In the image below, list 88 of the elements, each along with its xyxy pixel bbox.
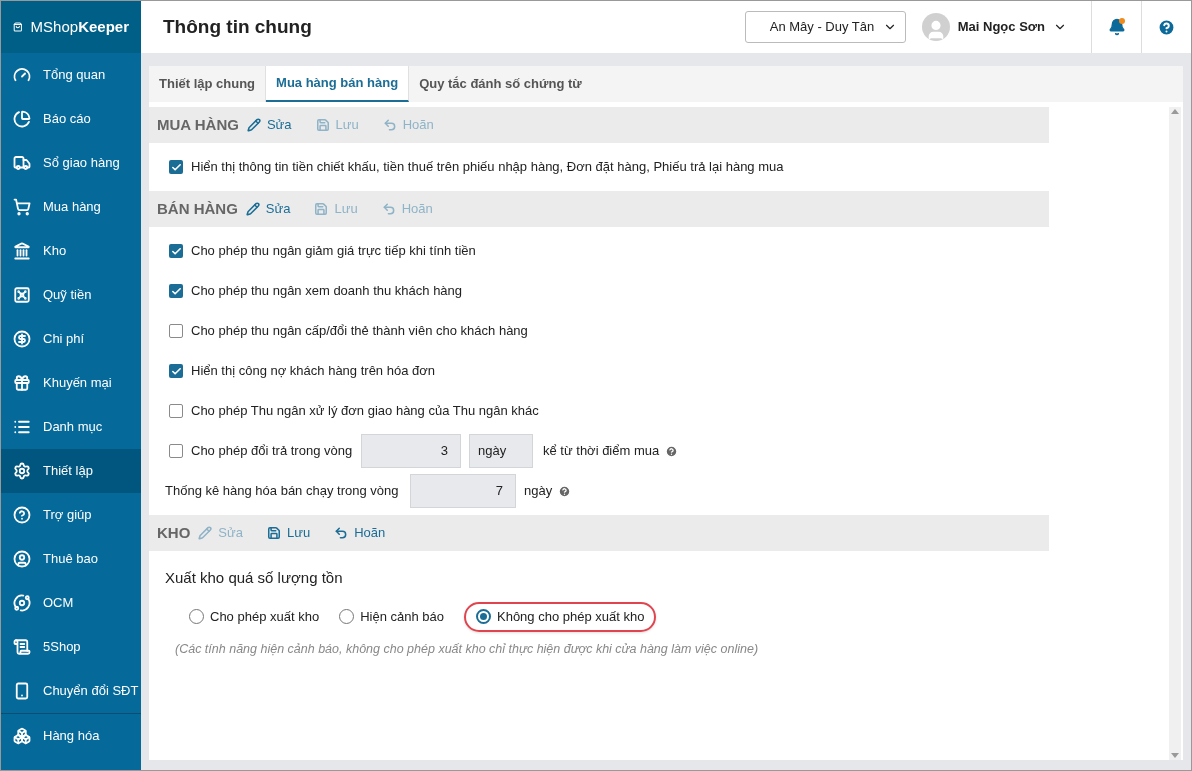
unit-field[interactable]: ngày (469, 434, 533, 468)
gauge-icon (13, 66, 31, 84)
boxes-icon (13, 727, 31, 745)
option-label: Cho phép thu ngân xem doanh thu khách hàng (191, 282, 463, 301)
radio-button[interactable] (476, 609, 491, 624)
sidebar-item[interactable]: Quỹ tiền (1, 273, 141, 317)
gift-icon (13, 374, 31, 392)
avatar (921, 13, 950, 41)
user-icon (13, 550, 31, 568)
pencil-icon (246, 118, 261, 132)
truck-icon (13, 154, 31, 172)
tab[interactable]: Mua hàng bán hàng (266, 66, 410, 102)
help-icon (13, 506, 31, 524)
swirl-icon (13, 594, 31, 612)
settings-icon (13, 462, 31, 480)
save-icon (315, 118, 330, 132)
suffix-text: kể từ thời điểm mua (543, 442, 660, 461)
list-icon (13, 418, 31, 436)
radio-option[interactable]: Cho phép xuất kho (189, 601, 328, 632)
sidebar-item[interactable]: Danh mục (1, 405, 141, 449)
option-label: Cho phép đổi trả trong vòng (191, 442, 354, 461)
number-field[interactable]: 3 (361, 434, 461, 468)
help-icon[interactable] (558, 484, 572, 498)
money-icon (13, 330, 31, 348)
tab[interactable]: Quy tắc đánh số chứng từ (409, 66, 592, 102)
edit-button[interactable]: Sửa (246, 115, 292, 135)
radio-button[interactable] (189, 609, 204, 624)
pencil-icon (245, 202, 260, 216)
option-label: Thống kê hàng hóa bán chạy trong vòng (165, 482, 400, 501)
page-title: Thông tin chung (163, 14, 312, 39)
save-icon (266, 526, 281, 540)
sidebar-item[interactable]: Báo cáo (1, 97, 141, 141)
checkbox[interactable] (169, 404, 183, 418)
option-label: Cho phép Thu ngân xử lý đơn giao hàng của Thu ngân khác (191, 402, 539, 421)
option-label: Cho phép thu ngân cấp/đổi thẻ thành viên cho khách hàng (191, 322, 528, 341)
radio-button[interactable] (339, 609, 355, 624)
checkbox[interactable] (169, 244, 183, 258)
save-button[interactable]: Lưu (266, 523, 311, 543)
section-title: MUA HÀNG (157, 114, 239, 135)
pencil-icon (198, 526, 213, 540)
help-icon (1157, 17, 1176, 37)
sidebar-item[interactable]: Khuyến mại (1, 361, 141, 405)
pie-chart-icon (13, 110, 31, 128)
checkbox[interactable] (169, 364, 183, 378)
bank-icon (13, 242, 31, 260)
option-label: Hiển thị thông tin tiền chiết khấu, tiền thuế trên phiếu nhập hàng, Đơn đặt hàng, Phiếu trả lại hàng mua (191, 158, 784, 177)
sidebar-item[interactable]: Thiết lập (1, 449, 141, 493)
bell-icon (1107, 18, 1126, 36)
option-label: Hiển thị công nợ khách hàng trên hóa đơn (191, 362, 435, 381)
sidebar-item[interactable]: Kho (1, 229, 141, 273)
help-icon[interactable] (665, 444, 679, 458)
edit-button[interactable]: Sửa (245, 199, 291, 219)
sidebar-item[interactable]: Mua hàng (1, 185, 141, 229)
checkbox[interactable] (169, 160, 183, 174)
user-menu[interactable]: Mai Ngọc Sơn (921, 13, 1091, 41)
number-field[interactable]: 7 (410, 474, 516, 508)
undo-icon (382, 118, 397, 132)
checkbox[interactable] (169, 444, 183, 458)
undo-icon (381, 202, 396, 216)
sidebar-item[interactable]: Hàng hóa (1, 714, 141, 758)
checkbox[interactable] (169, 284, 183, 298)
phone-icon (13, 682, 31, 700)
scrollbar[interactable] (1169, 107, 1181, 760)
logo[interactable]: MShopKeeper (1, 1, 141, 53)
cancel-button[interactable]: Hoãn (334, 523, 386, 543)
sidebar-item[interactable]: Trợ giúp (1, 493, 141, 537)
group-title: Xuất kho quá số lượng tồn (165, 568, 344, 588)
sidebar-item[interactable]: Thuê bao (1, 537, 141, 581)
sidebar-item[interactable]: OCM (1, 581, 141, 625)
section-title: BÁN HÀNG (157, 198, 238, 219)
save-icon (314, 202, 329, 216)
cart-icon (13, 198, 31, 216)
sidebar-item[interactable]: Chuyển đổi SĐT (1, 669, 141, 713)
sidebar-item[interactable]: 5Shop (1, 625, 141, 669)
shop-icon (13, 638, 31, 656)
sidebar-item[interactable]: Tổng quan (1, 53, 141, 97)
sidebar-item[interactable]: Sổ giao hàng (1, 141, 141, 185)
sidebar-item[interactable]: Chi phí (1, 317, 141, 361)
undo-icon (334, 526, 349, 540)
suffix-text: ngày (524, 482, 553, 501)
option-label: Cho phép thu ngân giảm giá trực tiếp khi tính tiền (191, 242, 476, 261)
store-select[interactable]: An Mây - Duy Tân (744, 11, 906, 43)
note-text: (Các tính năng hiện cảnh báo, không cho phép xuất kho chỉ thực hiện được khi cửa hàng làm việc online) (175, 640, 760, 658)
safe-icon (13, 286, 31, 304)
checkbox[interactable] (169, 324, 183, 338)
radio-option[interactable]: Không cho phép xuất kho (464, 601, 657, 632)
radio-option[interactable]: Hiện cảnh báo (339, 601, 452, 632)
section-title: KHO (157, 522, 191, 543)
